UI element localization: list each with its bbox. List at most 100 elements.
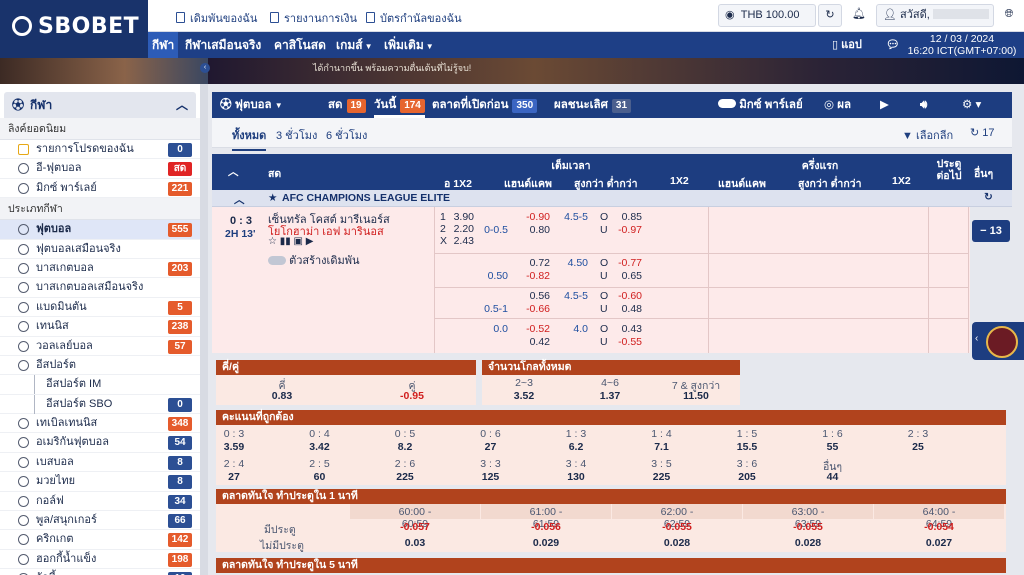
correct-score-odds[interactable]: 8.2 <box>375 441 435 453</box>
correct-score-odds[interactable]: 7.1 <box>632 441 692 453</box>
correct-score-odds[interactable]: 6.2 <box>546 441 606 453</box>
over-odds[interactable]: -0.60 <box>608 290 642 302</box>
promo-banner-left[interactable] <box>0 58 208 84</box>
goal-yes-odds[interactable]: -0.054 <box>909 521 969 533</box>
correct-score-odds[interactable]: 25 <box>888 441 948 453</box>
sbobet-logo[interactable]: SBOBET <box>0 0 148 58</box>
correct-score-odds[interactable]: 3.42 <box>290 441 350 453</box>
sidebar-sport-item[interactable]: ฟุตบอลเสมือนจริง <box>0 240 200 259</box>
goal-no-odds[interactable]: 0.03 <box>385 537 445 549</box>
correct-score-odds[interactable]: 125 <box>461 471 521 483</box>
my-bets-link[interactable]: เดิมพันของฉัน <box>176 9 257 27</box>
correct-score-odds[interactable]: 3.59 <box>204 441 264 453</box>
sidebar-sport-item[interactable]: แบดมินตัน 5 <box>0 298 200 318</box>
under-odds[interactable]: 0.48 <box>608 303 642 315</box>
results-button[interactable]: ◎ ผล <box>824 92 851 118</box>
goal-yes-odds[interactable]: -0.055 <box>647 521 707 533</box>
goal-no-odds[interactable]: 0.029 <box>516 537 576 549</box>
bet-builder[interactable]: ตัวสร้างเดิมพัน <box>268 251 359 269</box>
sidebar-sport-item[interactable]: อีสปอร์ต SBO 0 <box>0 394 200 415</box>
tab-6-hours[interactable]: 6 ชั่วโมง <box>326 126 367 144</box>
correct-score-odds[interactable]: 225 <box>632 471 692 483</box>
goal-no-odds[interactable]: 0.028 <box>647 537 707 549</box>
under-odds[interactable]: 0.65 <box>608 270 642 282</box>
sidebar-sport-item[interactable]: กอล์ฟ 34 <box>0 492 200 512</box>
over-odds[interactable]: -0.77 <box>608 257 642 269</box>
x12-odds[interactable]: 2.20 <box>444 223 474 235</box>
sidebar-fav-item[interactable]: มิกซ์ พาร์เลย์ 221 <box>0 179 200 199</box>
sidebar-sport-item[interactable]: วอลเลย์บอล 57 <box>0 337 200 356</box>
sidebar-header[interactable]: ⚽︎ กีฬา ︿ <box>4 92 196 118</box>
refresh-balance-button[interactable]: ↻ <box>818 4 842 27</box>
user-menu[interactable]: 👤︎ สวัสดี, <box>876 4 994 27</box>
more-bets-button[interactable]: − 13 <box>972 220 1010 242</box>
goal-no-odds[interactable]: 0.027 <box>909 537 969 549</box>
correct-score-odds[interactable]: 60 <box>290 471 350 483</box>
league-row[interactable]: ︿ ★ AFC CHAMPIONS LEAGUE ELITE ↻ <box>212 190 1012 207</box>
sidebar-sport-item[interactable]: มวยไทย 8 <box>0 472 200 492</box>
away-handicap-odds[interactable]: 0.80 <box>512 224 550 236</box>
sidebar-sport-item[interactable]: เทเบิลเทนนิส 348 <box>0 414 200 434</box>
settings-gear-icon[interactable]: ⚙︎ ▾ <box>962 92 981 118</box>
goal-no-odds[interactable]: 0.028 <box>778 537 838 549</box>
correct-score-odds[interactable]: 55 <box>803 441 863 453</box>
play-icon[interactable]: ▶ <box>306 236 314 247</box>
nav-live-casino[interactable]: คาสิโนสด <box>270 32 330 58</box>
stats-icon[interactable]: ▮▮ <box>280 236 291 247</box>
correct-score-odds[interactable]: 225 <box>375 471 435 483</box>
refresh-button[interactable]: ↻ 17 <box>970 126 995 139</box>
sidebar-sport-item[interactable]: อเมริกันฟุตบอล 54 <box>0 433 200 453</box>
goal-yes-odds[interactable]: -0.055 <box>778 521 838 533</box>
nav-virtual-sports[interactable]: กีฬาเสมือนจริง <box>181 32 265 58</box>
goal-yes-odds[interactable]: -0.057 <box>385 521 445 533</box>
total-goals-odds[interactable]: 1.37 <box>580 390 640 402</box>
statement-link[interactable]: รายงานการเงิน <box>270 9 357 27</box>
tab-3-hours[interactable]: 3 ชั่วโมง <box>276 126 317 144</box>
sport-selector[interactable]: ⚽︎ ฟุตบอล ▼ <box>220 92 283 119</box>
sidebar-sport-item[interactable]: รักบี้10 <box>0 569 200 575</box>
over-odds[interactable]: 0.43 <box>608 323 642 335</box>
nav-games[interactable]: เกมส์ ▼ <box>332 32 377 58</box>
refresh-icon[interactable]: ↻ <box>984 191 993 203</box>
live-football-widget[interactable]: ‹ <box>972 322 1024 360</box>
correct-score-odds[interactable]: 205 <box>717 471 777 483</box>
odd-odds[interactable]: 0.83 <box>252 390 312 402</box>
app-button[interactable]: ▯ แอป <box>828 32 866 58</box>
balance-box[interactable]: ◉ THB 100.00 <box>718 4 816 27</box>
tab-live[interactable]: สด 19 <box>328 92 366 118</box>
away-handicap-odds[interactable]: -0.82 <box>512 270 550 282</box>
tab-early[interactable]: ตลาดที่เปิดก่อน 350 <box>432 92 538 118</box>
mix-parlay-toggle[interactable]: มิกซ์ พาร์เลย์ <box>718 92 803 118</box>
sound-icon[interactable]: 🔊︎ <box>920 92 927 118</box>
star-outline-icon[interactable]: ☆ <box>268 236 277 247</box>
sidebar-sport-item[interactable]: อีสปอร์ต <box>0 356 200 376</box>
under-odds[interactable]: -0.97 <box>608 224 642 236</box>
home-handicap-odds[interactable]: 0.72 <box>512 257 550 269</box>
sidebar-fav-item[interactable]: รายการโปรดของฉัน 0 <box>0 140 200 160</box>
under-odds[interactable]: -0.55 <box>608 336 642 348</box>
collapse-sidebar-icon[interactable]: ‹ <box>200 63 210 73</box>
tv-icon[interactable]: ▣ <box>294 236 303 247</box>
video-icon[interactable]: ▶ <box>880 92 889 118</box>
correct-score-odds[interactable]: 44 <box>803 471 863 483</box>
select-league-button[interactable]: ▼ เลือกลีก <box>902 126 953 144</box>
nav-sports[interactable]: กีฬา <box>148 32 179 58</box>
home-handicap-odds[interactable]: -0.90 <box>512 211 550 223</box>
sidebar-fav-item[interactable]: อี-ฟุตบอล สด <box>0 159 200 179</box>
tab-today[interactable]: วันนี้ 174 <box>374 92 425 118</box>
x12-odds[interactable]: 2.43 <box>444 235 474 247</box>
language-button[interactable]: 🌐︎ <box>998 4 1020 27</box>
correct-score-odds[interactable]: 15.5 <box>717 441 777 453</box>
correct-score-odds[interactable]: 27 <box>204 471 264 483</box>
sidebar-sport-item[interactable]: เทนนิส 238 <box>0 317 200 337</box>
sidebar-sport-item[interactable]: พูล/สนุกเกอร์ 66 <box>0 511 200 531</box>
sidebar-sport-item[interactable]: ฮอกกี้น้ำแข็ง 198 <box>0 550 200 570</box>
sidebar-sport-item[interactable]: บาสเกตบอลเสมือนจริง <box>0 278 200 298</box>
tab-all[interactable]: ทั้งหมด <box>232 126 267 151</box>
away-handicap-odds[interactable]: -0.66 <box>512 303 550 315</box>
over-odds[interactable]: 0.85 <box>608 211 642 223</box>
correct-score-odds[interactable]: 27 <box>461 441 521 453</box>
sidebar-sport-item[interactable]: เบสบอล 8 <box>0 453 200 473</box>
promo-banner[interactable]: ได้กำนากขึ้น พร้อมความตื่นเต้นที่ไม่รู้จ… <box>208 58 1024 84</box>
x12-odds[interactable]: 3.90 <box>444 211 474 223</box>
